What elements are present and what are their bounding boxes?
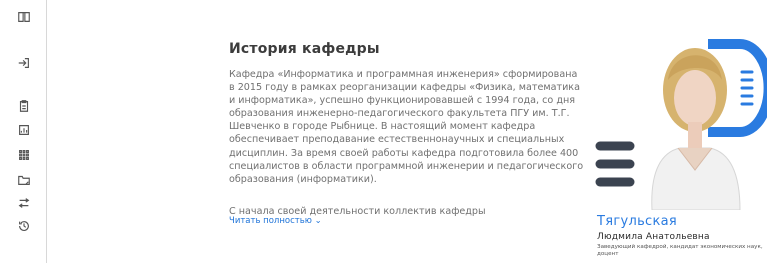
clipboard-icon[interactable]	[16, 98, 32, 114]
book-icon[interactable]	[16, 9, 32, 25]
chart-icon[interactable]	[16, 122, 32, 138]
read-more-link[interactable]: Читать полностью ⌄	[229, 216, 322, 226]
history-icon[interactable]	[16, 218, 32, 234]
grid-icon[interactable]	[16, 147, 32, 163]
head-position: Заведующий кафедрой, кандидат экономичес…	[597, 244, 763, 257]
head-name: Людмила Анатольевна	[597, 232, 710, 242]
swap-icon[interactable]	[16, 195, 32, 211]
login-icon[interactable]	[16, 55, 32, 71]
sidebar	[0, 0, 47, 263]
history-text: Кафедра «Информатика и программная инжен…	[229, 69, 584, 185]
head-surname: Тягульская	[597, 214, 678, 229]
folder-icon[interactable]	[16, 172, 32, 188]
head-portrait	[590, 20, 767, 211]
section-title: История кафедры	[229, 41, 380, 57]
